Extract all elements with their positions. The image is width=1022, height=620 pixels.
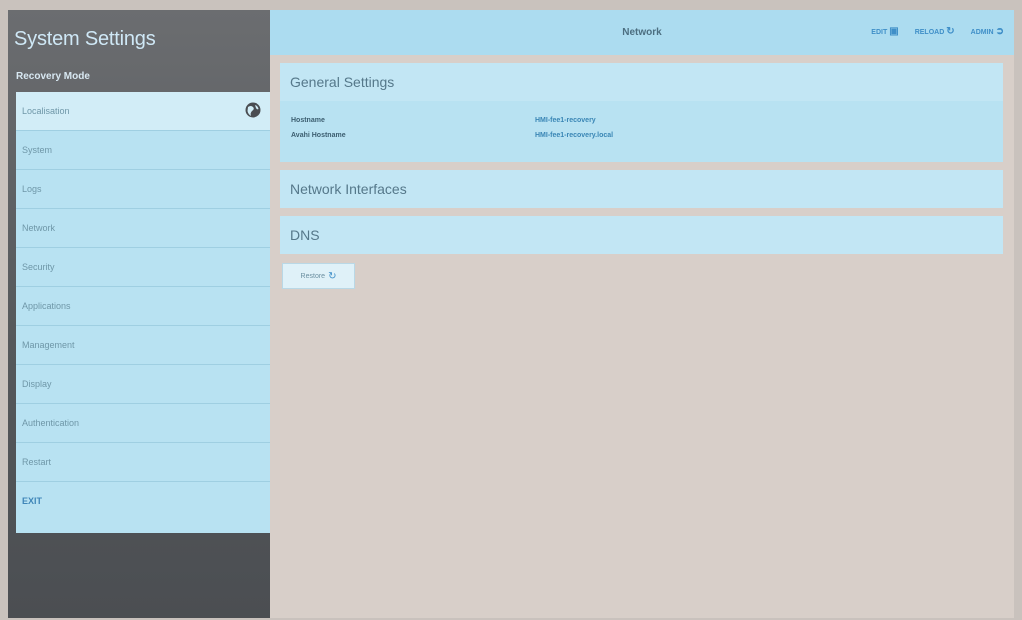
sidebar-item-label: Security [22,262,55,272]
network-interfaces-panel: Network Interfaces [280,170,1003,208]
edit-label: EDIT [871,28,888,36]
sidebar-item-label: Display [22,379,52,389]
admin-button[interactable]: ADMIN ➲ [971,27,1004,37]
sidebar-item-restart[interactable]: Restart [16,443,270,482]
avahi-hostname-row: Avahi Hostname HMI-fee1-recovery.local [280,132,1003,147]
sidebar-item-authentication[interactable]: Authentication [16,404,270,443]
network-interfaces-header[interactable]: Network Interfaces [280,170,1003,208]
sidebar-item-label: Logs [22,184,42,194]
sidebar-item-label: System [22,145,53,155]
edit-icon: ▣ [889,26,899,37]
sidebar-item-management[interactable]: Management [16,326,270,365]
top-bar: Network EDIT ▣ RELOAD ↻ ADMIN ➲ [270,10,1014,55]
admin-label: ADMIN [970,28,994,36]
login-icon: ➲ [995,26,1004,37]
sidebar-item-label: Localisation [22,106,70,116]
screen: System Settings Recovery Mode Localisati… [8,10,1014,618]
sidebar-item-display[interactable]: Display [16,365,270,404]
avahi-hostname-value: HMI-fee1-recovery.local [535,132,614,139]
sidebar-item-label: Restart [22,457,52,467]
avahi-hostname-label: Avahi Hostname [291,132,346,139]
hostname-row: Hostname HMI-fee1-recovery [280,117,1003,132]
sidebar-item-exit[interactable]: EXIT [16,482,270,521]
dns-header[interactable]: DNS [280,216,1003,254]
sidebar-item-label: Management [22,340,75,350]
globe-icon [245,102,261,118]
main-content: Network EDIT ▣ RELOAD ↻ ADMIN ➲ General … [270,10,1014,618]
reload-button[interactable]: RELOAD ↻ [915,27,955,37]
mode-label: Recovery Mode [16,71,90,82]
app-title: System Settings [14,28,156,50]
sidebar-item-system[interactable]: System [16,131,270,170]
refresh-icon: ↻ [328,270,337,282]
sidebar-item-logs[interactable]: Logs [16,170,270,209]
reload-icon: ↻ [946,26,955,37]
hostname-value: HMI-fee1-recovery [535,117,596,124]
sidebar-item-applications[interactable]: Applications [16,287,270,326]
restore-label: Restore [300,272,326,280]
general-settings-panel: General Settings Hostname HMI-fee1-recov… [280,63,1003,162]
dns-panel: DNS [280,216,1003,254]
reload-label: RELOAD [914,28,945,36]
sidebar-item-network[interactable]: Network [16,209,270,248]
hostname-label: Hostname [291,117,325,124]
sidebar: System Settings Recovery Mode Localisati… [8,10,270,618]
restore-button[interactable]: Restore ↻ [282,263,355,289]
general-settings-header[interactable]: General Settings [280,63,1003,101]
sidebar-item-label: Authentication [22,418,80,428]
sidebar-item-label: EXIT [22,496,43,506]
header-actions: EDIT ▣ RELOAD ↻ ADMIN ➲ [871,27,1004,37]
sidebar-nav: Localisation System Logs Network Securit… [16,92,270,533]
sidebar-item-label: Network [22,223,56,233]
edit-button[interactable]: EDIT ▣ [871,27,898,37]
sidebar-item-security[interactable]: Security [16,248,270,287]
sidebar-item-localisation[interactable]: Localisation [16,92,270,131]
sidebar-item-label: Applications [22,301,71,311]
